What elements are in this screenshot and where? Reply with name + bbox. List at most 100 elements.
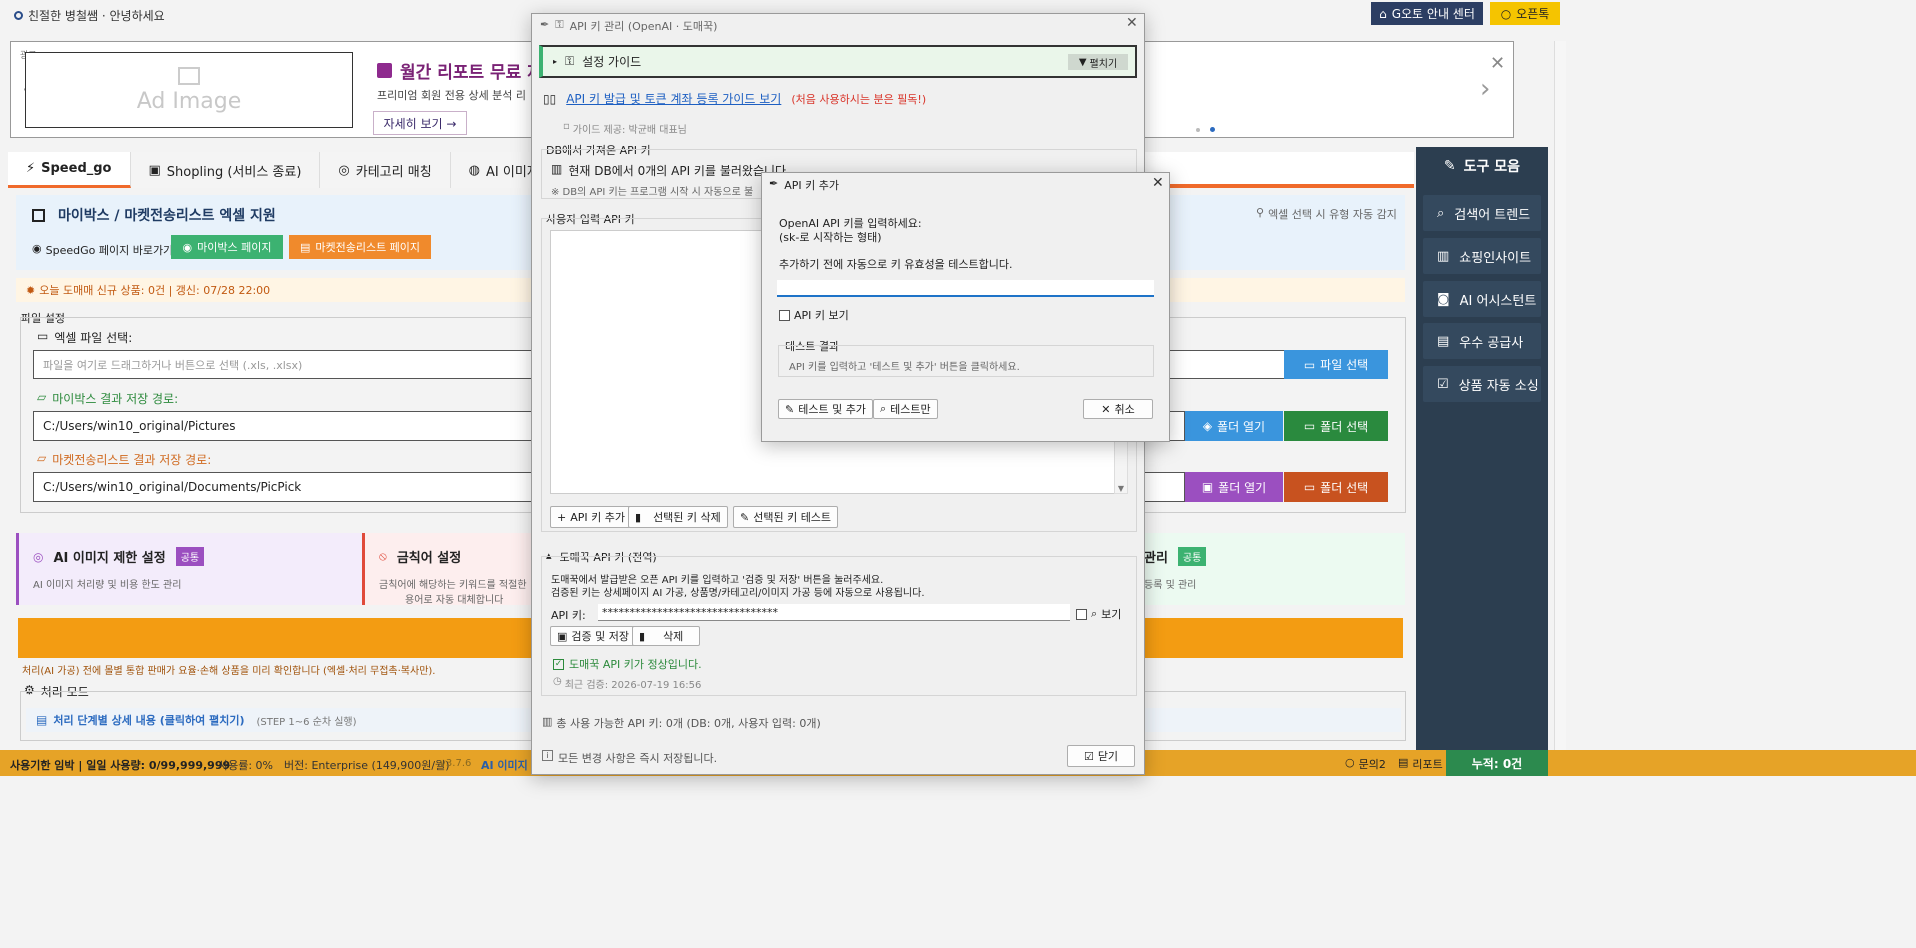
detail-button[interactable]: 자세히 보기 → xyxy=(373,111,467,135)
excel-label: ▭ 엑셀 파일 선택: xyxy=(37,329,133,345)
auto-detect-note: ⚲ 엑셀 선택 시 유형 자동 감지 xyxy=(1256,206,1397,221)
market-select-folder-button[interactable]: ▭ 폴더 선택 xyxy=(1284,472,1388,502)
add-prompt-3: 추가하기 전에 자동으로 키 유효성을 테스트합니다. xyxy=(779,258,1013,271)
setup-guide-panel[interactable]: ▸ ⚿ 설정 가이드 xyxy=(539,45,1137,78)
show-api-key-checkbox[interactable]: API 키 보기 xyxy=(779,307,849,323)
report-link[interactable]: ▤ 리포트 xyxy=(1398,756,1443,772)
market-path-label: ▱ 마켓전송리스트 결과 저장 경로: xyxy=(37,451,212,467)
chart-icon: ▥ xyxy=(1437,248,1450,264)
market-page-button[interactable]: ▤ 마켓전송리스트 페이지 xyxy=(289,235,431,259)
cube-icon: ◈ xyxy=(1202,419,1213,433)
bus-icon: ⌂ xyxy=(1379,6,1387,21)
check-icon: ✓ xyxy=(553,658,564,670)
chat-icon: ○ xyxy=(1345,756,1355,769)
ad-close-icon[interactable]: ✕ xyxy=(1490,53,1505,74)
inquiry-link[interactable]: ○ 문의2 xyxy=(1345,756,1386,772)
building-icon: ▤ xyxy=(1437,333,1450,349)
feather-icon: ✒ xyxy=(540,18,550,31)
cart-icon: ▣ xyxy=(148,162,161,178)
ai-image-limit-card[interactable]: ◎ AI 이미지 제한 설정 공통 AI 이미지 처리량 및 비용 한도 관리 xyxy=(16,533,362,605)
fire-icon: ✹ xyxy=(26,283,36,297)
carousel-next-icon[interactable]: › xyxy=(1480,74,1490,104)
mybox-select-folder-button[interactable]: ▭ 폴더 선택 xyxy=(1284,411,1388,441)
tab-shopling[interactable]: ▣ Shopling (서비스 종료) xyxy=(130,152,321,188)
chart-icon xyxy=(32,208,45,222)
carousel-dot-active[interactable] xyxy=(1210,127,1215,132)
banned-words-card[interactable]: ⦸ 금칙어 설정 금칙어에 해당하는 키워드를 적절한 용어로 자동 대체합니다 xyxy=(362,533,534,605)
tab-speed-go[interactable]: ⚡ Speed_go xyxy=(8,152,131,188)
version-status: 버전: Enterprise (149,900원/월) xyxy=(284,759,450,772)
cancel-button[interactable]: ✕ 취소 xyxy=(1083,399,1153,419)
image-icon xyxy=(178,66,200,85)
user-icon xyxy=(14,11,23,20)
expand-button[interactable]: ▼ 펼치기 xyxy=(1068,54,1128,70)
ad-image: Ad Image xyxy=(25,52,353,128)
dialog-close-icon[interactable]: ✕ xyxy=(1126,15,1138,31)
delete-button[interactable]: ▮ 삭제 xyxy=(632,626,700,646)
guide-center-button[interactable]: ⌂ G오토 안내 센터 xyxy=(1371,2,1483,25)
plus-icon: + xyxy=(557,510,567,524)
tab-category-matching[interactable]: ◎ 카테고리 매칭 xyxy=(320,152,451,188)
wand-icon: ✎ xyxy=(740,510,750,524)
window-scrollbar[interactable] xyxy=(1554,41,1566,750)
robot-icon: ◙ xyxy=(1437,291,1450,307)
api-key-input[interactable] xyxy=(777,280,1154,297)
db-note: ※ DB의 API 키는 프로그램 시작 시 자동으로 불 xyxy=(551,187,754,198)
banner-title: 월간 리포트 무료 제 xyxy=(377,58,543,83)
guide-link-row: ▯▯ API 키 발급 및 토큰 계좌 등록 가이드 보기 (처음 사용하시는 … xyxy=(543,90,927,107)
close-button[interactable]: ☑ 닫기 xyxy=(1067,745,1135,767)
mybox-page-button[interactable]: ◉ 마이박스 페이지 xyxy=(171,235,283,259)
mybox-open-folder-button[interactable]: ◈ 폴더 열기 xyxy=(1185,411,1283,441)
sidebar-item-shopping-insight[interactable]: ▥ 쇼핑인사이트 xyxy=(1423,238,1541,274)
close-icon: ✕ xyxy=(1101,402,1111,416)
mybox-path-label: ▱ 마이박스 결과 저장 경로: xyxy=(37,390,179,406)
api-key-label: API 키: xyxy=(551,609,586,622)
doc-icon: ▫ xyxy=(563,121,570,132)
sidebar-item-auto-sourcing[interactable]: ☑ 상품 자동 소싱 xyxy=(1423,366,1541,402)
delete-key-button[interactable]: ▮ 선택된 키 삭제 xyxy=(628,506,728,528)
version-number: v3.7.6 xyxy=(440,758,472,769)
clock-icon: ◷ xyxy=(553,676,562,687)
rate-status: 사용률: 0% xyxy=(218,759,274,772)
market-open-folder-button[interactable]: ▣ 폴더 열기 xyxy=(1185,472,1283,502)
common-badge: 공통 xyxy=(175,547,205,566)
management-card[interactable]: 관리 공통 등록 및 관리 xyxy=(1130,533,1405,605)
guide-credit: ▫ 가이드 제공: 박균배 대표님 xyxy=(563,121,687,136)
globe-icon: ◉ xyxy=(32,242,42,255)
api-key-field[interactable]: ******************************** xyxy=(598,604,1070,621)
search-icon: ⌕ xyxy=(880,402,887,415)
box-icon: ▣ xyxy=(1201,480,1214,494)
last-verified: ◷ 최근 검증: 2026-07-19 16:56 xyxy=(553,676,702,691)
chevron-down-icon: ▼ xyxy=(1078,56,1087,68)
test-key-button[interactable]: ✎ 선택된 키 테스트 xyxy=(733,506,839,528)
trash-icon: ▮ xyxy=(639,629,646,643)
carousel-dot[interactable] xyxy=(1196,128,1200,132)
common-badge: 공통 xyxy=(1177,547,1207,566)
info-icon: i xyxy=(542,750,553,761)
sidebar-title: ✎ 도구 모음 xyxy=(1443,158,1521,175)
triangle-right-icon: ▸ xyxy=(553,57,558,66)
add-dialog-close-icon[interactable]: ✕ xyxy=(1152,175,1164,191)
lightning-icon: ⚡ xyxy=(26,161,36,176)
add-key-button[interactable]: + API 키 추가 xyxy=(550,506,632,528)
test-and-add-button[interactable]: ✎ 테스트 및 추가 xyxy=(778,399,873,419)
verify-save-button[interactable]: ▣ 검증 및 저장 xyxy=(550,626,636,646)
file-select-button[interactable]: ▭ 파일 선택 xyxy=(1284,350,1388,379)
sidebar-item-top-supplier[interactable]: ▤ 우수 공급사 xyxy=(1423,323,1541,359)
sidebar-item-ai-assistant[interactable]: ◙ AI 어시스턴트 xyxy=(1423,281,1541,317)
doc-icon: ▤ xyxy=(36,713,48,727)
guide-link[interactable]: API 키 발급 및 토큰 계좌 등록 가이드 보기 xyxy=(566,90,781,107)
book-icon: ▯▯ xyxy=(543,91,557,106)
total-count: 누적: 0건 xyxy=(1446,750,1548,776)
test-only-button[interactable]: ⌕ 테스트만 xyxy=(873,399,938,419)
globe-icon: ◉ xyxy=(182,240,193,254)
gift-icon xyxy=(377,63,392,78)
sidebar-item-search-trend[interactable]: ⌕ 검색어 트렌드 xyxy=(1423,195,1541,231)
key-icon: ⚿ xyxy=(565,54,575,68)
greeting: 친절한 병철쌤 · 안녕하세요 xyxy=(14,7,165,24)
add-prompt-2: (sk-로 시작하는 형태) xyxy=(779,231,882,244)
show-key-checkbox[interactable]: ⌕ 보기 xyxy=(1076,606,1121,622)
target-icon: ◎ xyxy=(338,162,350,178)
open-chat-button[interactable]: ○ 오픈톡 xyxy=(1490,2,1560,25)
total-keys: ▥ 총 사용 가능한 API 키: 0개 (DB: 0개, 사용자 입력: 0개) xyxy=(542,715,821,730)
